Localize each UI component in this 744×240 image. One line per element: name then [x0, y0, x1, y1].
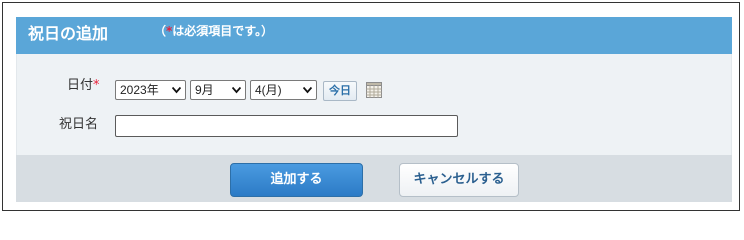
chevron-down-icon	[303, 86, 312, 94]
day-select[interactable]: 4(月)	[250, 80, 317, 100]
dialog-header: 祝日の追加 （*は必須項目です。）	[16, 17, 732, 54]
chevron-down-icon	[232, 86, 241, 94]
cancel-button[interactable]: キャンセルする	[399, 163, 519, 197]
add-button[interactable]: 追加する	[230, 163, 363, 197]
dialog-title: 祝日の追加	[28, 24, 109, 43]
form-body: 日付* 2023年 9月 4(月) 今日 祝日名	[16, 54, 732, 155]
date-required-mark: *	[93, 78, 100, 93]
calendar-icon[interactable]	[366, 82, 382, 98]
year-value: 2023年	[120, 83, 159, 97]
month-select[interactable]: 9月	[190, 80, 246, 100]
today-button[interactable]: 今日	[323, 81, 357, 101]
day-value: 4(月)	[255, 83, 282, 97]
month-value: 9月	[195, 83, 214, 97]
year-select[interactable]: 2023年	[115, 80, 186, 100]
dialog-frame: 祝日の追加 （*は必須項目です。） 日付* 2023年 9月 4(月) 今日 祝…	[2, 2, 740, 211]
chevron-down-icon	[172, 86, 181, 94]
required-note: （*は必須項目です。）	[154, 23, 273, 39]
date-label-text: 日付	[67, 78, 94, 93]
holiday-name-input[interactable]	[115, 115, 458, 137]
holiday-name-label: 祝日名	[59, 117, 99, 132]
date-label: 日付*	[67, 77, 100, 95]
dialog-footer: 追加する キャンセルする	[16, 155, 732, 202]
required-note-open: （	[154, 24, 167, 38]
required-note-text: は必須項目です。）	[172, 24, 274, 38]
